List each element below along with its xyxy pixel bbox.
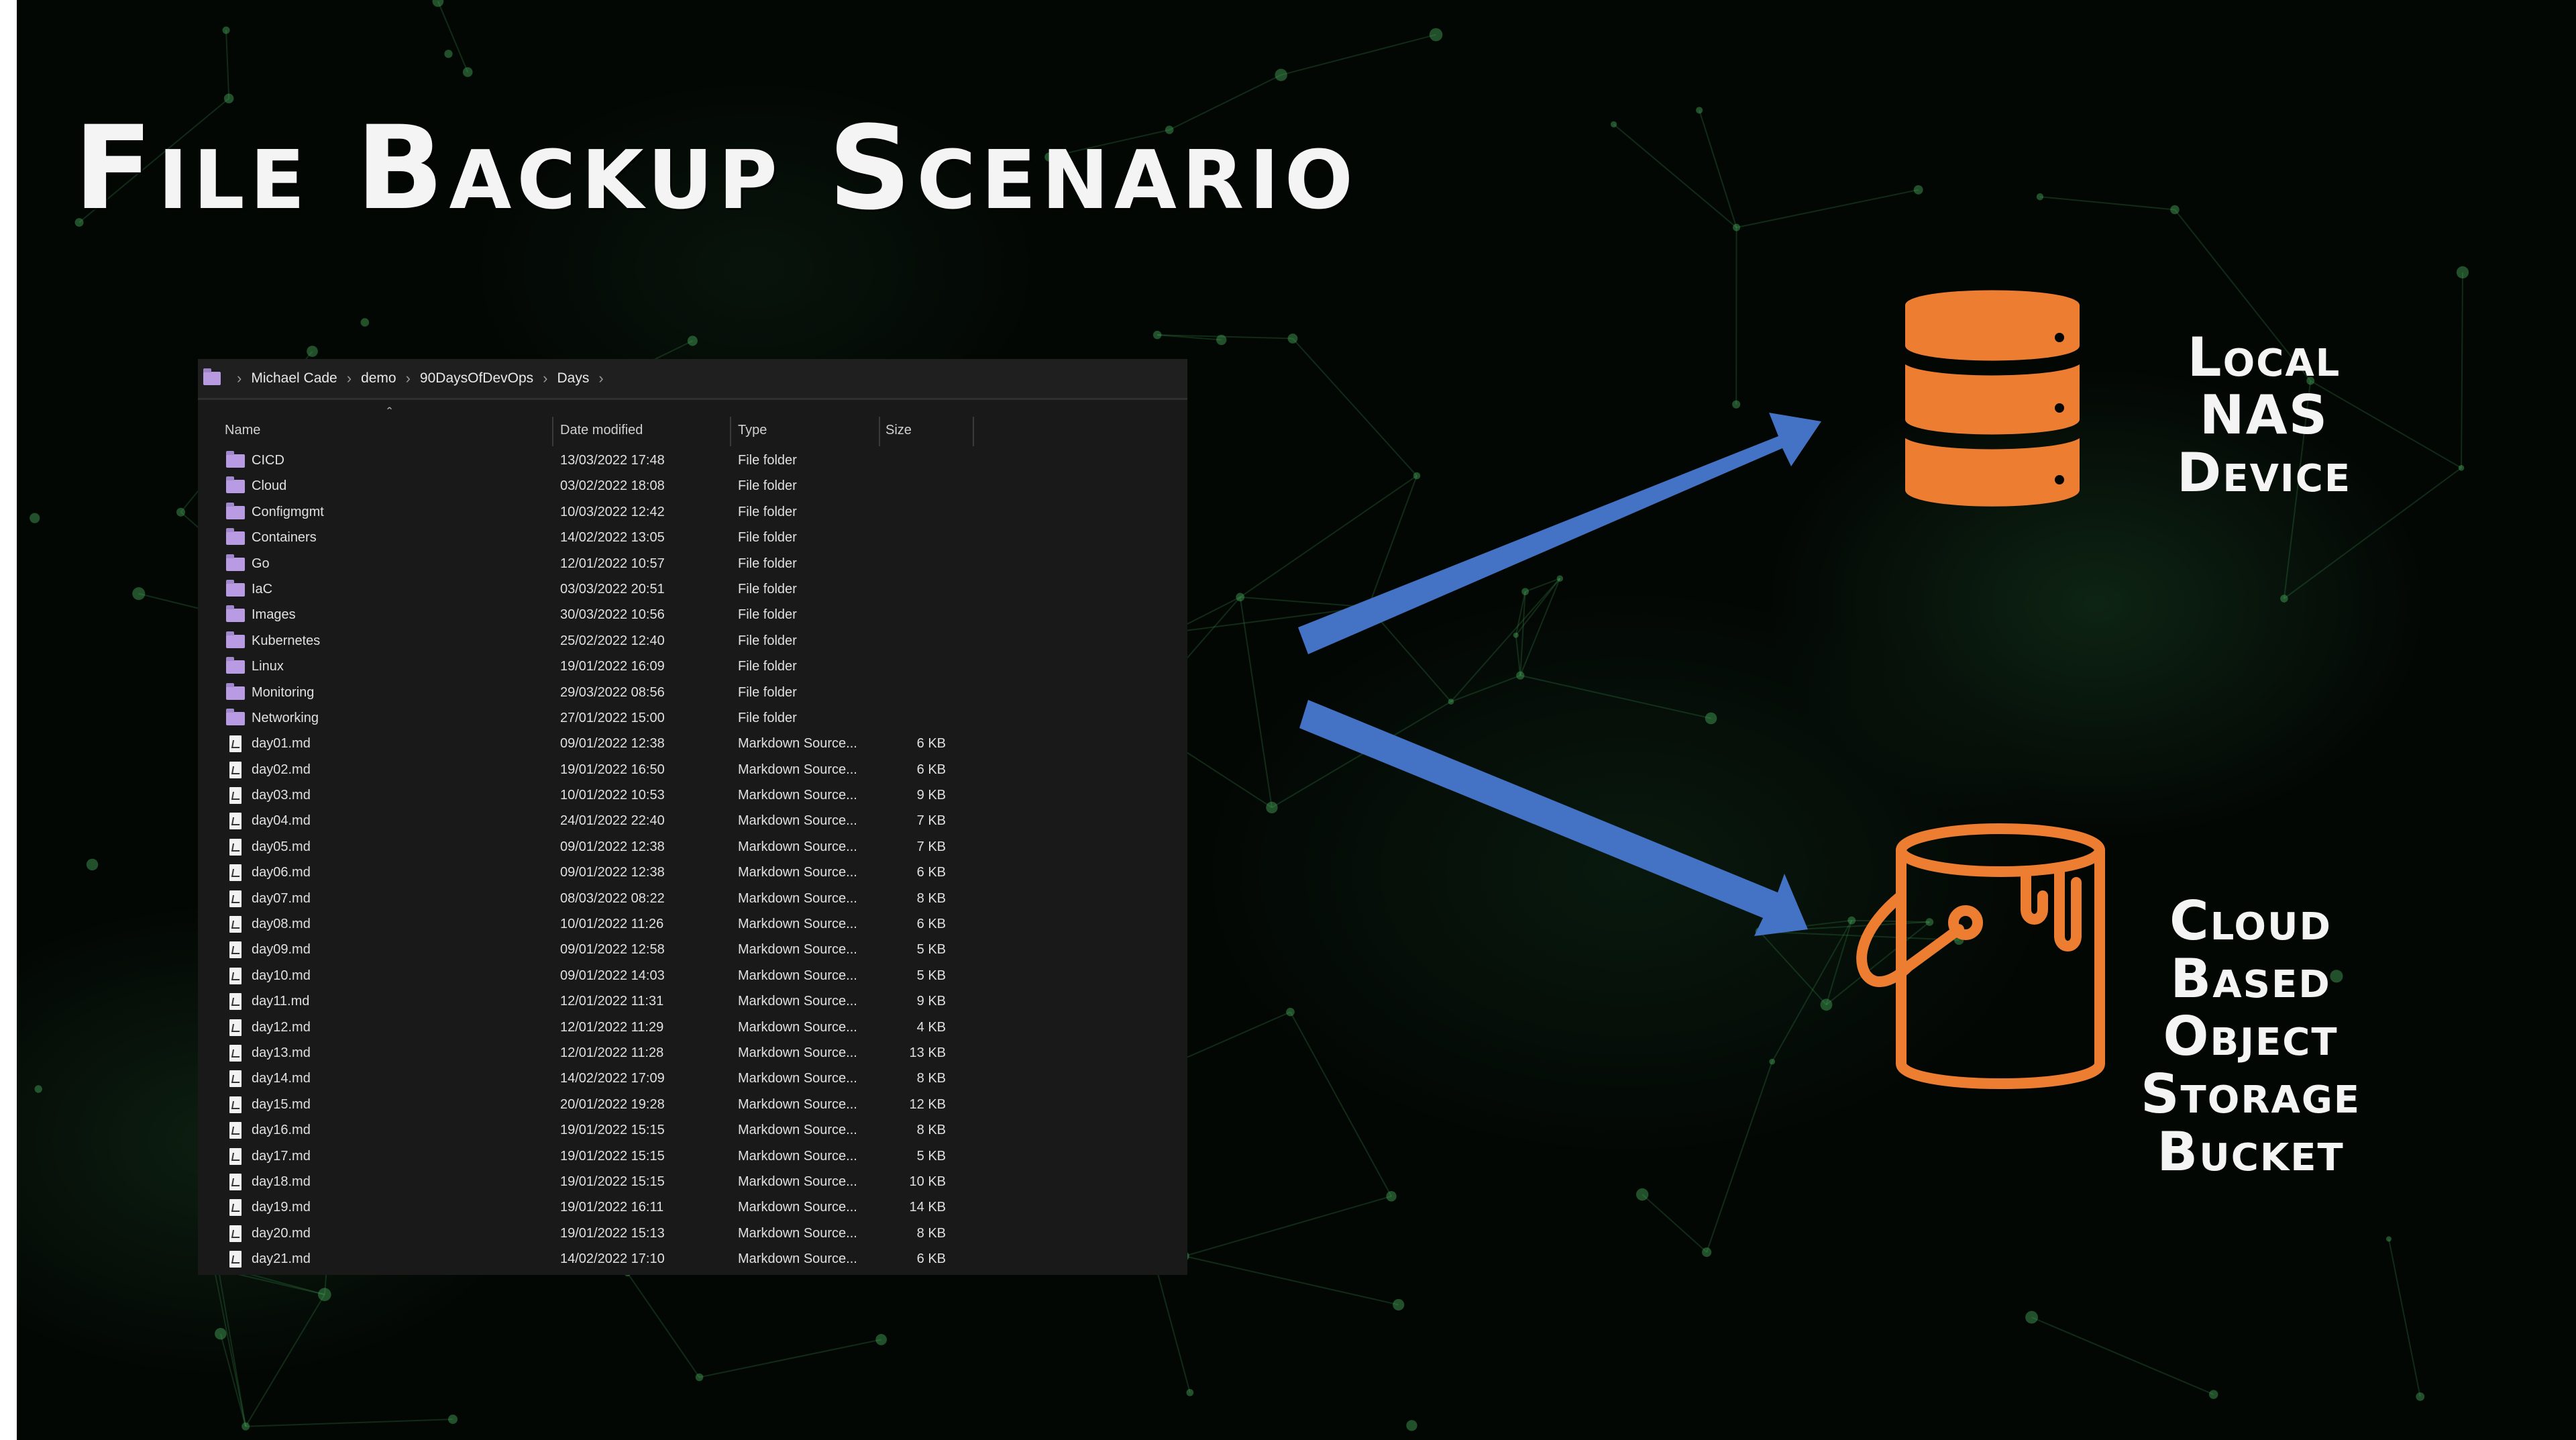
arrow-to-nas xyxy=(1298,413,1821,654)
arrow-to-cloud xyxy=(1299,700,1808,936)
bucket-icon xyxy=(1856,823,2105,1089)
cloud-label: Cloud Based Object Storage Bucket xyxy=(2116,892,2385,1181)
cloud-label-line: Object xyxy=(2163,1005,2339,1068)
cloud-label-line: Cloud xyxy=(2169,890,2332,952)
cloud-label-line: Bucket xyxy=(2157,1121,2345,1183)
slide: File Backup Scenario › Michael Cade › de… xyxy=(17,0,2576,1440)
nas-label-line: Device xyxy=(2176,442,2352,504)
nas-label-line: Local NAS xyxy=(2187,326,2341,446)
cloud-label-line: Storage xyxy=(2140,1063,2361,1125)
nas-label: Local NAS Device xyxy=(2116,329,2412,502)
database-icon xyxy=(1905,290,2080,507)
cloud-label-line: Based xyxy=(2170,947,2331,1010)
arrows-layer xyxy=(1298,413,1821,936)
